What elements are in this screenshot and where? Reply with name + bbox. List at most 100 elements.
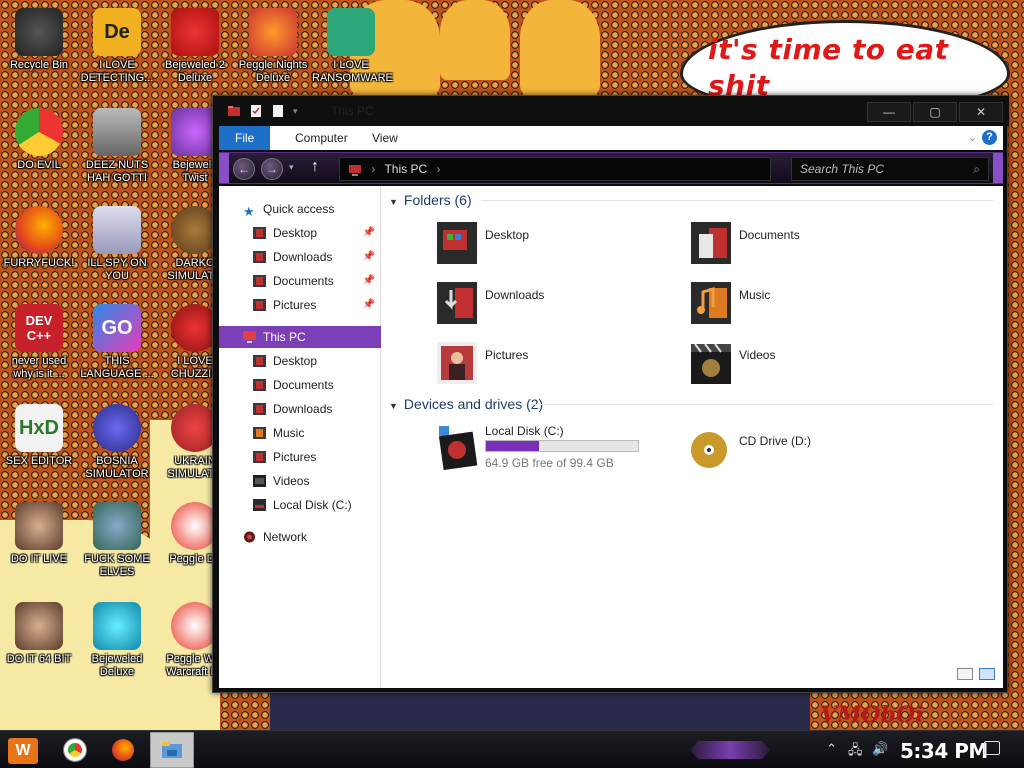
- recent-locations-icon[interactable]: ▾: [289, 162, 294, 173]
- sidebar-item-quick-access[interactable]: ★ Quick access: [219, 198, 381, 220]
- desktop-shortcut[interactable]: DEV C++ never used why is it ...: [0, 304, 78, 381]
- pin-icon[interactable]: 📌: [363, 246, 375, 268]
- expand-ribbon-icon[interactable]: ⌄: [968, 131, 977, 144]
- sidebar-item-pc-documents[interactable]: Documents: [219, 374, 381, 396]
- close-button[interactable]: ✕: [959, 102, 1003, 122]
- up-button[interactable]: ↑: [311, 158, 319, 176]
- navbar-purple-edge-left: [219, 153, 229, 183]
- sidebar-item-pc-desktop[interactable]: Desktop: [219, 350, 381, 372]
- music-icon: [253, 427, 266, 439]
- back-button[interactable]: ←: [233, 158, 255, 180]
- address-bar[interactable]: › This PC ›: [339, 157, 771, 181]
- pin-icon[interactable]: 📌: [363, 270, 375, 292]
- folder-desktop[interactable]: Desktop: [435, 220, 685, 276]
- desktop-folder-icon: [437, 222, 477, 264]
- taskbar-chrome[interactable]: [58, 735, 92, 765]
- desktop-shortcut-label: Peggle Nights Deluxe: [238, 59, 308, 84]
- network-tray-icon[interactable]: 🖧: [848, 741, 863, 763]
- search-icon[interactable]: ⌕: [973, 158, 980, 180]
- disk-usage-fill: [486, 441, 539, 451]
- file-explorer-icon: [162, 742, 182, 758]
- sidebar-item-documents[interactable]: Documents 📌: [219, 270, 381, 292]
- desktop-shortcut[interactable]: DEEZ NUTS HAH GOTTI: [78, 108, 156, 185]
- sidebar-item-pc-downloads[interactable]: Downloads: [219, 398, 381, 420]
- minimize-button[interactable]: —: [867, 102, 911, 122]
- sidebar-item-label: Music: [273, 426, 305, 440]
- desktop-shortcut[interactable]: DO IT LIVE: [0, 502, 78, 566]
- desktop-shortcut[interactable]: FUCK SOME ELVES: [78, 502, 156, 579]
- show-hidden-icons-icon[interactable]: ⌃: [826, 741, 837, 757]
- details-view-button[interactable]: [957, 668, 973, 680]
- desktop-shortcut[interactable]: ILL SPY ON YOU: [78, 206, 156, 283]
- maximize-button[interactable]: ▢: [913, 102, 957, 122]
- sidebar-item-pc-videos[interactable]: Videos: [219, 470, 381, 492]
- search-placeholder: Search This PC: [800, 162, 885, 176]
- folder-downloads[interactable]: Downloads: [435, 280, 685, 336]
- tab-file[interactable]: File: [219, 126, 271, 150]
- sidebar-item-this-pc[interactable]: This PC: [219, 326, 381, 348]
- collapse-group-icon[interactable]: ▼: [389, 197, 398, 207]
- new-folder-icon[interactable]: [271, 104, 285, 118]
- desktop-shortcut[interactable]: Bejeweled Deluxe: [78, 602, 156, 679]
- help-icon[interactable]: ?: [982, 130, 997, 145]
- desktop-shortcut[interactable]: Peggle Nights Deluxe: [234, 8, 312, 85]
- tab-view[interactable]: View: [362, 126, 408, 150]
- desktop-shortcut[interactable]: De I LOVE DETECTING...: [78, 8, 156, 85]
- address-sep-icon-2: ›: [436, 162, 441, 176]
- desktop-shortcut[interactable]: Bejeweled 2 Deluxe: [156, 8, 234, 85]
- sidebar-item-network[interactable]: Network: [219, 526, 381, 548]
- desktop-shortcut-label: I LOVE RANSOMWARE: [312, 59, 393, 84]
- devices-group-header[interactable]: ▼ Devices and drives (2): [389, 396, 543, 412]
- goland-icon: GO: [93, 304, 141, 352]
- large-icons-view-button[interactable]: [979, 668, 995, 680]
- pictures-folder-icon: [437, 342, 477, 384]
- sidebar-item-downloads[interactable]: Downloads 📌: [219, 246, 381, 268]
- sidebar-item-pc-pictures[interactable]: Pictures: [219, 446, 381, 468]
- taskbar-firefox[interactable]: [106, 735, 140, 765]
- folders-group-header[interactable]: ▼ Folders (6): [389, 192, 472, 208]
- address-crumb[interactable]: This PC: [384, 162, 427, 176]
- documents-icon: [253, 379, 266, 391]
- folder-pictures[interactable]: Pictures: [435, 340, 685, 396]
- taskbar-file-explorer[interactable]: [150, 732, 194, 768]
- title-bar[interactable]: ▾ This PC — ▢ ✕: [213, 96, 1009, 126]
- desktop-shortcut[interactable]: GO THIS LANGUAGE ...: [78, 304, 156, 381]
- sidebar-item-pc-music[interactable]: Music: [219, 422, 381, 444]
- desktop-shortcut-label: DEEZ NUTS HAH GOTTI: [85, 159, 149, 184]
- drive-cd[interactable]: CD Drive (D:): [689, 424, 939, 480]
- properties-icon[interactable]: [249, 104, 263, 118]
- sidebar-item-desktop[interactable]: Desktop 📌: [219, 222, 381, 244]
- wallpaper-bottom-strip: [270, 690, 810, 730]
- desktop-shortcut[interactable]: DO EVIL: [0, 108, 78, 172]
- pin-icon[interactable]: 📌: [363, 294, 375, 316]
- file-view[interactable]: ▼ Folders (6) Desktop Documents Downloads…: [381, 186, 1003, 688]
- quick-access-dropdown-icon[interactable]: ▾: [293, 106, 298, 117]
- desktop-shortcut-label: ILL SPY ON YOU: [87, 257, 147, 282]
- sidebar-item-pc-local-disk[interactable]: Local Disk (C:): [219, 494, 381, 516]
- folder-documents[interactable]: Documents: [689, 220, 939, 276]
- desktop-shortcut-label: Bejeweled 2 Deluxe: [165, 59, 225, 84]
- content-area: ★ Quick access Desktop 📌 Downloads 📌 Doc…: [219, 186, 1003, 688]
- tab-computer[interactable]: Computer: [285, 126, 358, 150]
- navigation-pane[interactable]: ★ Quick access Desktop 📌 Downloads 📌 Doc…: [219, 186, 381, 688]
- pin-icon[interactable]: 📌: [363, 222, 375, 244]
- sidebar-item-pictures[interactable]: Pictures 📌: [219, 294, 381, 316]
- explorer-window[interactable]: ▾ This PC — ▢ ✕ File Computer View ⌄ ? ←…: [212, 95, 1009, 693]
- clock[interactable]: 5:34 PM: [900, 739, 988, 763]
- desktop-shortcut[interactable]: I LOVE RANSOMWARE: [312, 8, 393, 85]
- collapse-group-icon[interactable]: ▼: [389, 401, 398, 411]
- forward-button[interactable]: →: [261, 158, 283, 180]
- music-folder-icon: [691, 282, 731, 324]
- notifications-icon[interactable]: [984, 741, 1000, 755]
- desktop-shortcut[interactable]: DO IT 64 BIT: [0, 602, 78, 666]
- start-button[interactable]: W: [8, 738, 38, 764]
- folder-music[interactable]: Music: [689, 280, 939, 336]
- drive-local-disk[interactable]: Local Disk (C:) 64.9 GB free of 99.4 GB: [435, 424, 685, 480]
- desktop-shortcut[interactable]: FURRYFUCK!: [0, 206, 78, 270]
- volume-icon[interactable]: 🔊: [872, 741, 888, 757]
- search-input[interactable]: Search This PC ⌕: [791, 157, 989, 181]
- desktop-shortcut[interactable]: HxD SEX EDITOR: [0, 404, 78, 468]
- desktop-shortcut[interactable]: Recycle Bin: [0, 8, 78, 72]
- desktop-shortcut[interactable]: BOSNIA SIMULATOR: [78, 404, 156, 481]
- folder-videos[interactable]: Videos: [689, 340, 939, 396]
